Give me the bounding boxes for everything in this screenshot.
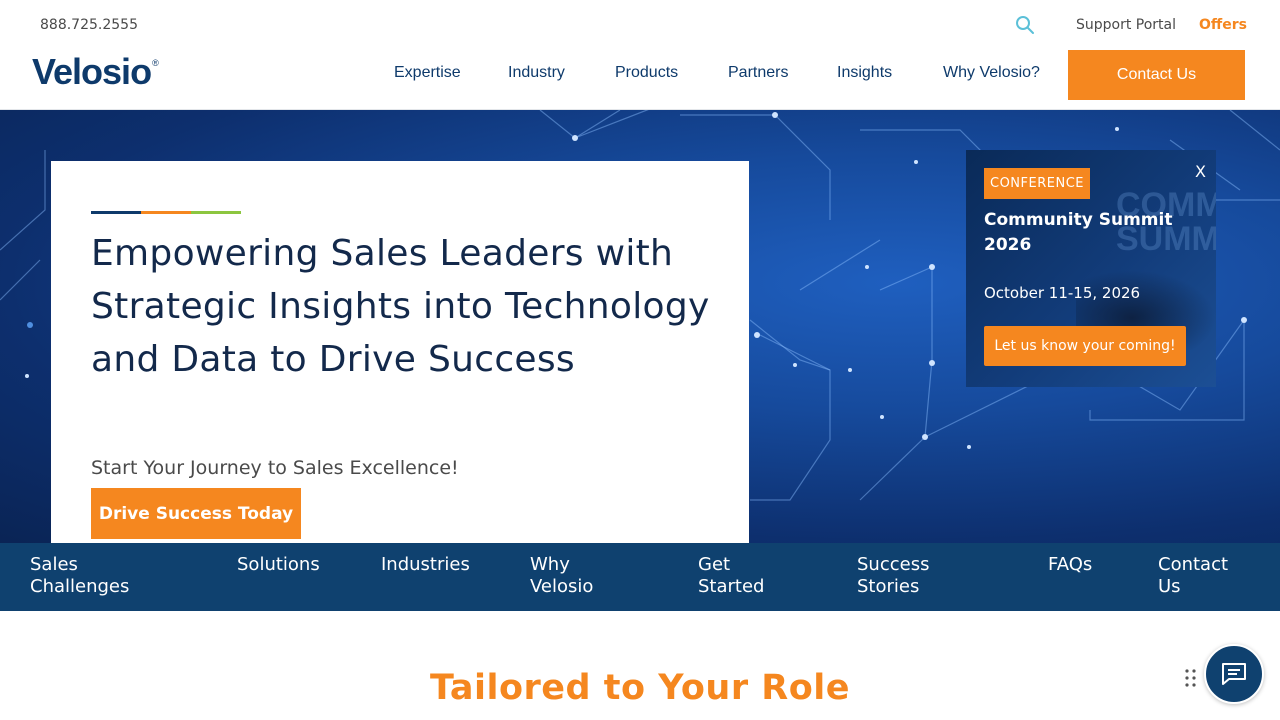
- phone-number[interactable]: 888.725.2555: [40, 17, 138, 33]
- subnav-sales-challenges[interactable]: Sales Challenges: [30, 554, 150, 598]
- main-navigation: Expertise Industry Products Partners Ins…: [0, 64, 1060, 84]
- subnav-faqs[interactable]: FAQs: [1048, 554, 1092, 576]
- accent-divider: [91, 211, 241, 214]
- hero-title: Empowering Sales Leaders with Strategic …: [91, 233, 710, 380]
- chat-icon: [1222, 663, 1246, 685]
- popup-date: October 11-15, 2026: [984, 284, 1141, 302]
- popup-close-button[interactable]: X: [1195, 162, 1206, 181]
- utility-bar: 888.725.2555 Support Portal Offers: [0, 0, 1280, 50]
- subnav-get-started[interactable]: Get Started: [698, 554, 778, 598]
- conference-popup: COMMUSUMMI X CONFERENCE Community Summit…: [966, 150, 1216, 387]
- subnav-contact-us[interactable]: Contact Us: [1158, 554, 1238, 598]
- hero-subtitle: Start Your Journey to Sales Excellence!: [91, 457, 459, 479]
- popup-cta-button[interactable]: Let us know your coming!: [984, 326, 1186, 366]
- subnav-success-stories[interactable]: Success Stories: [857, 554, 947, 598]
- search-icon[interactable]: [1015, 15, 1035, 35]
- subnav-solutions[interactable]: Solutions: [237, 554, 320, 576]
- nav-expertise[interactable]: Expertise: [394, 64, 461, 82]
- drive-success-button[interactable]: Drive Success Today: [91, 488, 301, 539]
- popup-title: Community Summit 2026: [984, 210, 1173, 255]
- contact-us-button[interactable]: Contact Us: [1068, 50, 1245, 100]
- offers-link[interactable]: Offers: [1199, 17, 1247, 33]
- section-navigation: Sales Challenges Solutions Industries Wh…: [0, 543, 1280, 611]
- subnav-industries[interactable]: Industries: [381, 554, 470, 576]
- conference-tag: CONFERENCE: [984, 168, 1090, 199]
- chat-launcher-button[interactable]: [1204, 644, 1264, 704]
- drag-handle-icon[interactable]: [1185, 669, 1197, 687]
- nav-products[interactable]: Products: [615, 64, 678, 82]
- nav-partners[interactable]: Partners: [728, 64, 788, 82]
- section-heading: Tailored to Your Role: [430, 668, 850, 708]
- nav-industry[interactable]: Industry: [508, 64, 565, 82]
- subnav-why-velosio[interactable]: Why Velosio: [530, 554, 610, 598]
- support-portal-link[interactable]: Support Portal: [1076, 17, 1176, 33]
- hero-card: Empowering Sales Leaders with Strategic …: [51, 161, 749, 543]
- nav-why-velosio[interactable]: Why Velosio?: [943, 64, 1040, 82]
- nav-insights[interactable]: Insights: [837, 64, 892, 82]
